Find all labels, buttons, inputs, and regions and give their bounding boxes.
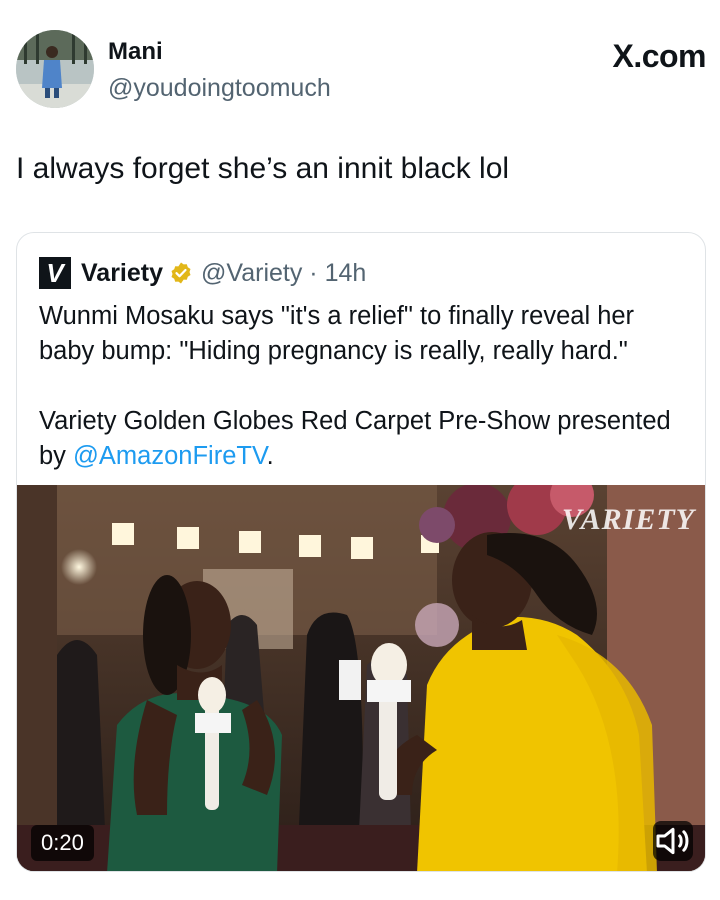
variety-video-watermark: VARIETY — [561, 503, 695, 536]
quoted-handle-time: @Variety · 14h — [201, 258, 367, 287]
mention-link[interactable]: @AmazonFireTV — [73, 442, 267, 470]
video-duration: 0:20 — [31, 825, 94, 861]
mute-button[interactable] — [653, 821, 693, 861]
variety-logo-icon[interactable]: V — [39, 257, 71, 289]
quoted-paragraph-2-suffix: . — [266, 442, 274, 470]
author-display-name[interactable]: Mani — [108, 38, 163, 66]
x-com-watermark: X.com — [612, 38, 706, 74]
speaker-icon — [656, 827, 689, 855]
quoted-tweet-body: Wunmi Mosaku says "it's a relief" to fin… — [39, 299, 689, 474]
tweet-header: Mani @youdoingtoomuch X.com — [16, 30, 706, 110]
quoted-account-name[interactable]: Variety — [81, 259, 163, 288]
quoted-paragraph-2: Variety Golden Globes Red Carpet Pre-Sho… — [39, 404, 689, 474]
tweet-text: I always forget she’s an innit black lol — [16, 152, 510, 185]
quoted-paragraph-1: Wunmi Mosaku says "it's a relief" to fin… — [39, 302, 635, 365]
verified-badge-icon — [171, 262, 191, 284]
quoted-tweet-header: V Variety @Variety · 14h — [39, 257, 366, 289]
quoted-tweet-card[interactable]: V Variety @Variety · 14h Wunmi Mosaku sa… — [16, 232, 706, 872]
author-handle[interactable]: @youdoingtoomuch — [108, 74, 331, 103]
avatar[interactable] — [16, 30, 94, 108]
video-player[interactable]: VARIETY 0:20 — [17, 485, 705, 871]
avatar-photo-icon — [16, 30, 94, 108]
video-frame — [17, 485, 705, 871]
